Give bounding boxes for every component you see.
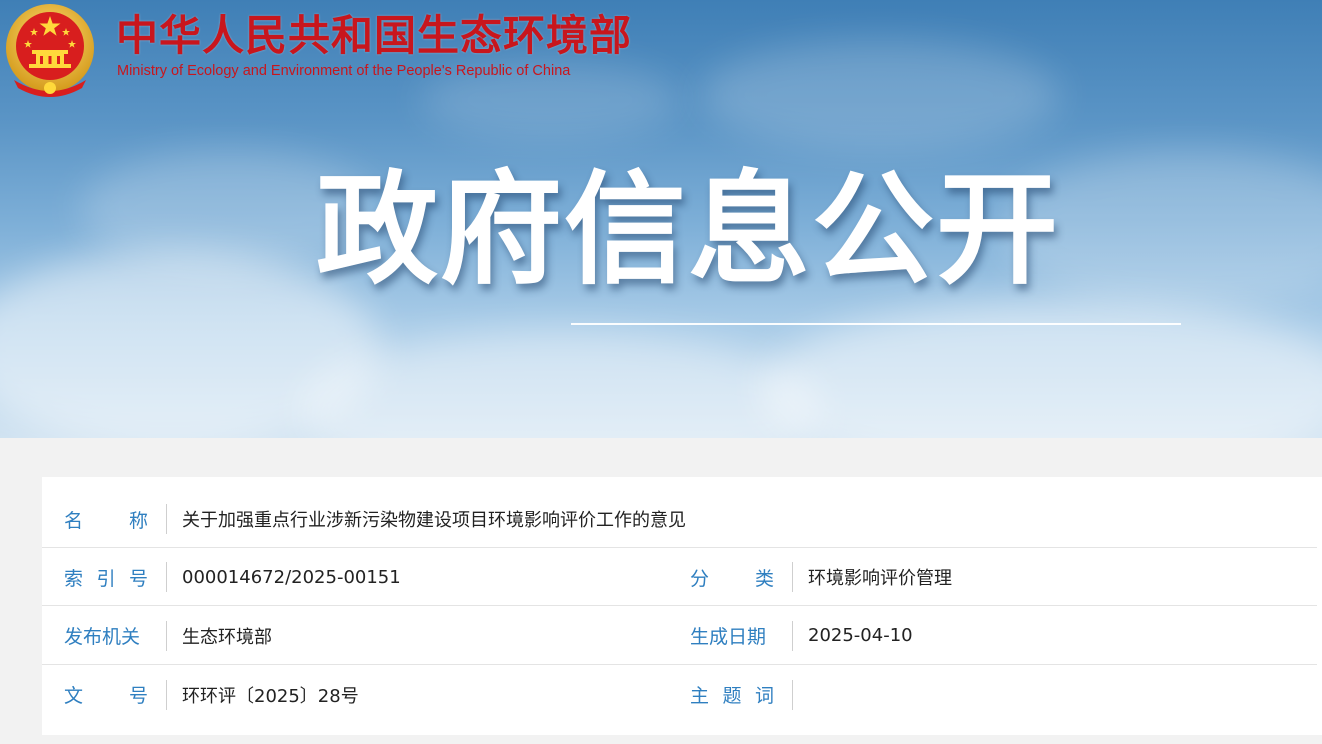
index-label: 索 引 号 [64,567,148,590]
divider [792,620,793,651]
site-name-english[interactable]: Ministry of Ecology and Environment of t… [117,63,570,79]
keywords-label: 主 题 词 [690,685,774,707]
title-underline [571,323,1181,325]
publisher-value: 生态环境部 [182,626,272,648]
date-label: 生成日期 [690,626,767,648]
date-value: 2025-04-10 [808,625,913,646]
info-row-name: 名 称 关于加强重点行业涉新污染物建设项目环境影响评价工作的意见 [42,491,1317,548]
docno-label: 文 号 [64,685,148,707]
index-number: 000014672/2025-00151 [182,566,401,588]
national-emblem-icon[interactable] [4,2,96,100]
page-title: 政府信息公开 [316,159,1060,301]
info-row-publisher: 发布机关 生态环境部 生成日期 2025-04-10 [42,607,1317,665]
cloud-decoration [760,300,1322,438]
divider [166,679,167,710]
divider [166,562,167,592]
divider [166,504,167,534]
name-label: 名 称 [64,509,148,532]
document-info-card: 名 称 关于加强重点行业涉新污染物建设项目环境影响评价工作的意见 索 引 号 0… [42,477,1322,735]
document-number: 环环评〔2025〕28号 [182,685,359,707]
divider [792,679,793,710]
document-title: 关于加强重点行业涉新污染物建设项目环境影响评价工作的意见 [182,510,686,531]
info-row-docno: 文 号 环环评〔2025〕28号 主 题 词 [42,666,1317,723]
header-banner: 中华人民共和国生态环境部 Ministry of Ecology and Env… [0,0,1322,438]
category-value: 环境影响评价管理 [808,568,952,589]
site-name-chinese[interactable]: 中华人民共和国生态环境部 [116,10,632,62]
publisher-label: 发布机关 [64,626,141,648]
cloud-decoration [700,40,1060,150]
category-label: 分 类 [690,567,774,590]
divider [166,620,167,651]
info-row-index: 索 引 号 000014672/2025-00151 分 类 环境影响评价管理 [42,549,1317,606]
divider [792,562,793,592]
